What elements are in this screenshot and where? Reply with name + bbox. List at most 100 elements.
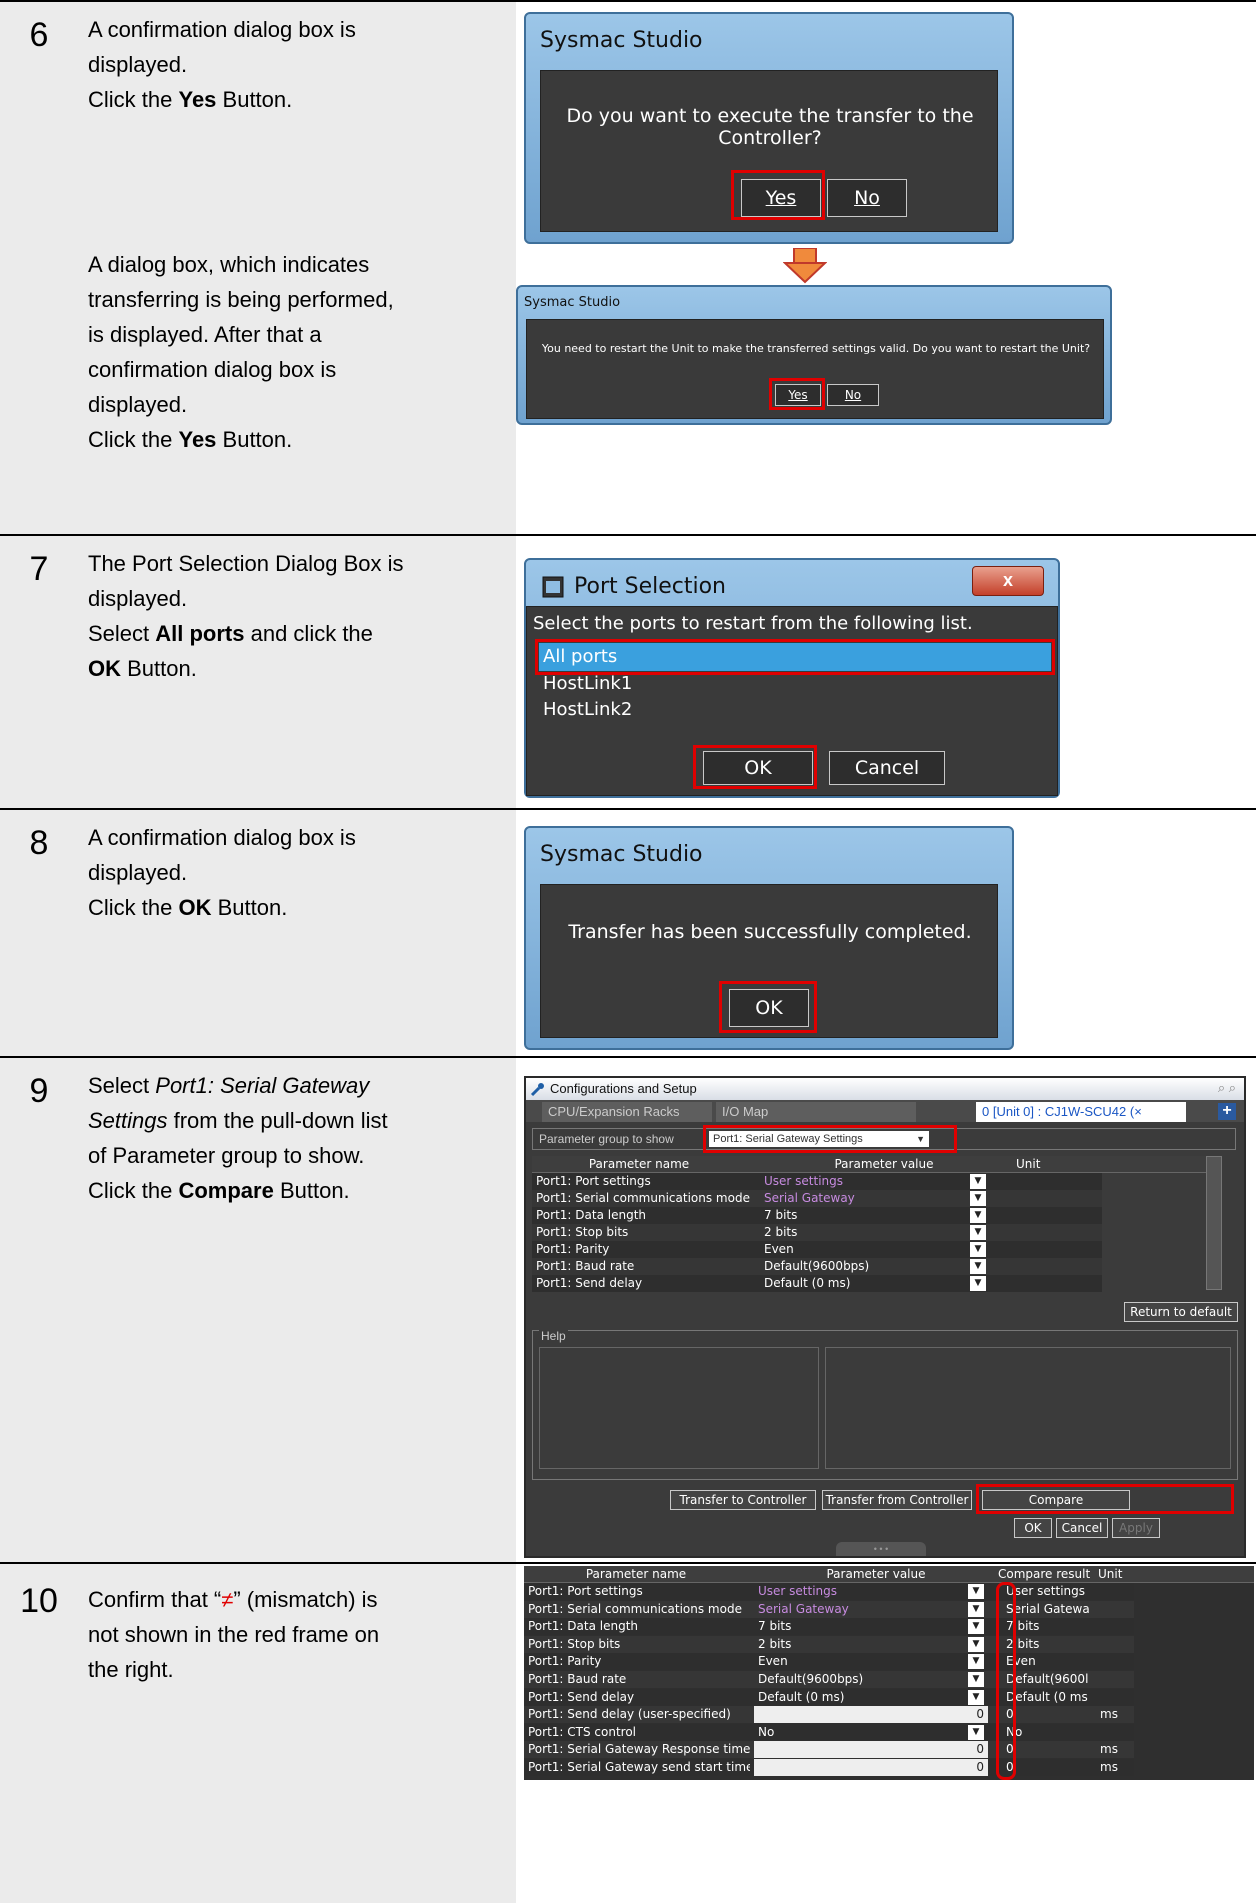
param-value-input[interactable]: 0	[754, 1759, 988, 1776]
unit: ms	[1100, 1760, 1118, 1774]
chevron-down-icon[interactable]: ▼	[970, 1225, 986, 1240]
param-value[interactable]: User settings	[754, 1583, 984, 1600]
unit	[1096, 1689, 1130, 1706]
param-name: Port1: Stop bits	[528, 1636, 621, 1651]
step-number: 7	[29, 550, 49, 588]
chevron-down-icon[interactable]: ▼	[970, 1242, 986, 1257]
table-row[interactable]: Port1: Port settings User settings ▼	[532, 1173, 1102, 1190]
param-value[interactable]: 7 bits	[754, 1618, 984, 1635]
table-row[interactable]: Port1: Data length 7 bits ▼	[532, 1207, 1102, 1224]
list-item-hostlink2[interactable]: HostLink2	[539, 699, 632, 720]
text-line: The Port Selection Dialog Box is	[88, 551, 404, 576]
table-row[interactable]: ▼ Port1: CTS control No No	[524, 1723, 1134, 1741]
table-row[interactable]: ▼ Port1: Stop bits 2 bits 2 bits	[524, 1635, 1134, 1653]
group-label: Parameter group to show	[539, 1132, 674, 1146]
param-value[interactable]: 2 bits	[760, 1224, 990, 1241]
resize-handle[interactable]: • • •	[836, 1542, 926, 1556]
group-selector: Parameter group to show Port1: Serial Ga…	[532, 1125, 1236, 1153]
cancel-button[interactable]: Cancel	[829, 751, 945, 785]
text-line: Select Port1: Serial Gateway	[88, 1068, 504, 1103]
param-value[interactable]: Default (0 ms)	[754, 1689, 984, 1706]
apply-button[interactable]: Apply	[1112, 1518, 1160, 1538]
param-value[interactable]: Serial Gateway	[754, 1601, 984, 1618]
screenshot-cell: Sysmac Studio Transfer has been successf…	[516, 810, 1256, 1056]
param-value[interactable]: No	[754, 1724, 984, 1741]
list-item-hostlink1[interactable]: HostLink1	[539, 673, 632, 694]
step-number-cell: 10	[0, 1564, 78, 1903]
table-row[interactable]: ▼ Port1: Data length 7 bits 7 bits	[524, 1618, 1134, 1636]
table-row[interactable]: Port1: Serial communications mode Serial …	[532, 1190, 1102, 1207]
table-row[interactable]: Port1: Parity Even ▼	[532, 1241, 1102, 1258]
param-name: Port1: Send delay (user-specified)	[528, 1707, 731, 1722]
no-button[interactable]: No	[827, 384, 879, 406]
param-name: Port1: Data length	[528, 1619, 638, 1634]
param-value-input[interactable]: 0	[754, 1741, 988, 1759]
table-row[interactable]: Port1: Baud rate Default(9600bps) ▼	[532, 1258, 1102, 1275]
red-highlight	[996, 1582, 1016, 1780]
param-name: Port1: Serial Gateway Response time	[528, 1742, 750, 1757]
red-highlight	[693, 745, 817, 789]
param-value[interactable]: Default(9600bps)	[754, 1671, 984, 1688]
tab-cpu-racks[interactable]: CPU/Expansion Racks	[542, 1102, 712, 1122]
param-value[interactable]: Even	[754, 1653, 984, 1670]
help-panel: Help	[532, 1329, 1238, 1480]
param-value[interactable]: Default (0 ms)	[760, 1275, 990, 1292]
param-value[interactable]: User settings	[760, 1173, 990, 1190]
return-default-button[interactable]: Return to default	[1124, 1302, 1238, 1322]
param-value[interactable]: Default(9600bps)	[760, 1258, 990, 1275]
table-row[interactable]: Port1: Stop bits 2 bits ▼	[532, 1224, 1102, 1241]
table-row[interactable]: ▼ Port1: Baud rate Default(9600bps) Default…	[524, 1671, 1134, 1688]
table-row[interactable]: ▼ Port1: Parity Even Even	[524, 1653, 1134, 1671]
tab-unit0[interactable]: 0 [Unit 0] : CJ1W-SCU42 (×	[976, 1102, 1186, 1122]
param-value[interactable]: Even	[760, 1241, 990, 1258]
text-line: not shown in the red frame on	[88, 1622, 380, 1647]
text-fragment: from the pull-down list	[167, 1108, 388, 1133]
chevron-down-icon[interactable]: ▼	[970, 1276, 986, 1291]
text-bold: OK	[178, 895, 212, 920]
param-name: Port1: Send delay	[528, 1689, 635, 1704]
screenshot-cell: Port Selection x Select the ports to res…	[516, 536, 1256, 808]
chevron-down-icon[interactable]: ▼	[970, 1208, 986, 1223]
table-row[interactable]: ▼ Port1: Send delay Default (0 ms) Default …	[524, 1688, 1134, 1706]
no-button[interactable]: No	[827, 179, 907, 217]
table-row[interactable]: ▼ Port1: Serial communications mode Serial…	[524, 1600, 1134, 1618]
chevron-down-icon[interactable]: ▼	[970, 1174, 986, 1189]
cancel-button[interactable]: Cancel	[1056, 1518, 1108, 1538]
add-tab-button[interactable]: +	[1218, 1103, 1236, 1120]
param-value[interactable]: 7 bits	[760, 1207, 990, 1224]
table-row[interactable]: ▼ Port1: Port settings User settings User s…	[524, 1583, 1134, 1600]
transfer-from-controller-button[interactable]: Transfer from Controller	[822, 1490, 972, 1510]
configurations-window: Configurations and Setup ⌕ ⌕ CPU/Expansi…	[524, 1076, 1246, 1558]
close-icon[interactable]: x	[972, 566, 1044, 596]
param-name: Port1: Send delay	[536, 1276, 643, 1290]
param-value[interactable]: 2 bits	[754, 1636, 984, 1653]
text-line: Click the OK Button.	[88, 890, 504, 925]
help-right-box	[825, 1347, 1231, 1469]
transfer-to-controller-button[interactable]: Transfer to Controller	[670, 1490, 816, 1510]
text-fragment: and click the	[244, 621, 373, 646]
red-highlight	[976, 1484, 1234, 1514]
tab-io-map[interactable]: I/O Map	[716, 1102, 916, 1122]
scrollbar[interactable]	[1206, 1156, 1222, 1290]
text-italic: Settings	[88, 1108, 168, 1133]
text-line: Click the Compare Button.	[88, 1173, 504, 1208]
screenshot-cell: Sysmac Studio Do you want to execute the…	[516, 2, 1256, 534]
chevron-down-icon[interactable]: ▼	[970, 1191, 986, 1206]
ok-button[interactable]: OK	[1014, 1518, 1052, 1538]
text-line: of Parameter group to show.	[88, 1143, 365, 1168]
table-row[interactable]: Port1: Send delay Default (0 ms) ▼	[532, 1275, 1102, 1292]
header-param-value: Parameter value	[834, 1157, 934, 1171]
zoom-icon[interactable]: ⌕ ⌕	[1218, 1080, 1236, 1096]
table-row[interactable]: Port1: Serial Gateway send start time 0 0 m…	[524, 1759, 1134, 1776]
unit	[1096, 1653, 1130, 1670]
help-left-box	[539, 1347, 819, 1469]
param-value-input[interactable]: 0	[754, 1706, 988, 1724]
text-fragment: Select	[88, 1073, 156, 1098]
table-row[interactable]: Port1: Send delay (user-specified) 0 0 ms	[524, 1706, 1134, 1724]
table-row[interactable]: Port1: Serial Gateway Response time 0 0 ms	[524, 1741, 1134, 1759]
confirm-transfer-dialog: Sysmac Studio Do you want to execute the…	[524, 12, 1014, 244]
text-line: displayed.	[88, 586, 188, 611]
chevron-down-icon[interactable]: ▼	[970, 1259, 986, 1274]
step-8-row: 8 A confirmation dialog box is displayed…	[0, 808, 1256, 1056]
param-value[interactable]: Serial Gateway	[760, 1190, 990, 1207]
